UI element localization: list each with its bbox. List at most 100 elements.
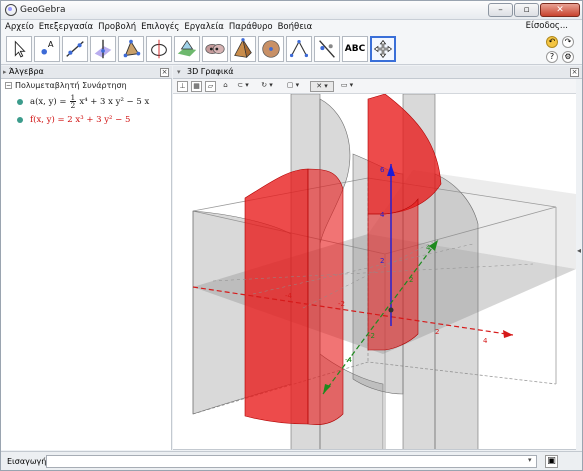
close-graphics3d-button[interactable]: × — [570, 68, 579, 77]
rotate-view-icon[interactable]: ⊂ ▾ — [233, 81, 253, 92]
reflect-icon — [319, 40, 335, 58]
expand-sidebar-icon[interactable]: ◂ — [577, 246, 581, 255]
collapse-icon[interactable]: − — [5, 82, 12, 89]
plane-icon — [177, 40, 197, 57]
fraction-denominator: 2 — [70, 101, 76, 110]
menu-edit[interactable]: Επεξεργασία — [39, 22, 93, 32]
toolbar: A ABC ↶ ↷ ? ⚙ — [1, 34, 582, 65]
sphere-tool-button[interactable] — [258, 36, 284, 62]
circle-tool-button[interactable] — [146, 36, 172, 62]
menu-help[interactable]: Βοήθεια — [278, 22, 313, 32]
svg-text:A: A — [48, 39, 54, 49]
menu-view[interactable]: Προβολή — [98, 22, 136, 32]
y-axis-label-4: 4 — [426, 244, 431, 252]
title-bar: GeoGebra – ▫ ✕ — [1, 1, 582, 20]
settings-button[interactable]: ⚙ — [562, 51, 574, 63]
view-direction-icon[interactable]: ▢ ▾ — [283, 81, 303, 92]
line-icon — [66, 41, 84, 57]
grid-toggle-icon[interactable]: ▦ — [191, 81, 202, 92]
line-tool-button[interactable] — [62, 36, 88, 62]
algebra-group[interactable]: − Πολυμεταβλητή Συνάρτηση — [5, 81, 127, 90]
axes-toggle-icon[interactable]: ⊥ — [177, 81, 188, 92]
move-tool-button[interactable] — [6, 36, 32, 62]
graphics3d-style-bar: ⊥ ▦ ▱ ⌂ ⊂ ▾ ↻ ▾ ▢ ▾ ✕ ▾ ▭ ▾ — [173, 79, 576, 94]
point-tool-button[interactable]: A — [34, 36, 60, 62]
projection-icon[interactable]: ▭ ▾ — [337, 81, 357, 92]
input-field[interactable] — [46, 455, 537, 468]
graphics3d-canvas[interactable]: 6 4 2 4 2 -4 -2 2 4 -2 -4 — [173, 94, 576, 450]
z-axis-label-2: 2 — [380, 257, 385, 265]
text-tool-label: ABC — [344, 44, 366, 54]
graphics3d-scene — [192, 94, 576, 449]
panel-menu-icon[interactable]: ▾ — [177, 66, 181, 78]
circle-axis-icon — [151, 39, 167, 59]
x-axis-label-2: 2 — [435, 328, 440, 336]
x-axis-label-neg4: -4 — [285, 292, 292, 300]
polygon-icon — [123, 39, 141, 58]
intersect-tool-button[interactable] — [202, 36, 228, 62]
pyramid-tool-button[interactable] — [230, 36, 256, 62]
algebra-view-title: Άλγεβρα — [9, 67, 44, 76]
rotate-view-tool-button[interactable] — [370, 36, 396, 62]
home-icon[interactable]: ⌂ — [220, 81, 231, 92]
perpendicular-line-tool-button[interactable] — [90, 36, 116, 62]
group-label: Πολυμεταβλητή Συνάρτηση — [15, 81, 127, 90]
maximize-button[interactable]: ▫ — [514, 3, 539, 17]
menu-file[interactable]: Αρχείο — [5, 22, 34, 32]
algebra-view-header: ▸ Άλγεβρα × — [1, 66, 172, 79]
close-button[interactable]: ✕ — [540, 3, 580, 17]
y-axis-label-neg4: -4 — [345, 356, 352, 364]
window-controls: – ▫ ✕ — [488, 3, 580, 17]
undo-button[interactable]: ↶ — [546, 36, 558, 48]
arrow-cursor-icon — [14, 40, 26, 58]
panel-menu-icon[interactable]: ▸ — [3, 66, 7, 78]
formula-f: f(x, y) = 2 x³ + 3 y² − 5 — [30, 115, 131, 125]
y-axis-label-neg2: -2 — [368, 332, 375, 340]
geogebra-window: GeoGebra – ▫ ✕ Αρχείο Επεξεργασία Προβολ… — [0, 0, 583, 471]
close-algebra-button[interactable]: × — [160, 68, 169, 77]
visibility-toggle-icon[interactable] — [17, 98, 23, 105]
intersect-surfaces-icon — [205, 44, 225, 54]
input-help-button[interactable]: ▣ — [545, 455, 558, 468]
plane-toggle-icon[interactable]: ▱ — [205, 81, 216, 92]
input-label: Εισαγωγή: — [7, 457, 50, 466]
animate-rotation-icon[interactable]: ↻ ▾ — [257, 81, 277, 92]
clipping-icon[interactable]: ✕ ▾ — [310, 81, 334, 92]
sphere-icon — [262, 40, 280, 58]
input-bar: Εισαγωγή: ▾ ▣ — [1, 451, 582, 470]
plane-tool-button[interactable] — [174, 36, 200, 62]
z-axis-label-6: 6 — [380, 166, 385, 174]
menu-tools[interactable]: Εργαλεία — [184, 22, 224, 32]
menu-window[interactable]: Παράθυρο — [229, 22, 273, 32]
redo-button[interactable]: ↷ — [562, 36, 574, 48]
algebra-view: − Πολυμεταβλητή Συνάρτηση a(x, y) = 1 2 x… — [1, 79, 172, 450]
x-axis-label-4: 4 — [483, 337, 488, 345]
polygon-tool-button[interactable] — [118, 36, 144, 62]
geogebra-logo-icon — [5, 4, 17, 16]
z-axis-label-4: 4 — [380, 211, 385, 219]
menu-options[interactable]: Επιλογές — [141, 22, 179, 32]
input-history-dropdown-icon[interactable]: ▾ — [528, 456, 532, 464]
x-axis-label-neg2: -2 — [338, 300, 345, 308]
visibility-toggle-icon[interactable] — [17, 117, 23, 123]
formula-a-lhs: a(x, y) = — [30, 96, 67, 107]
y-axis-label-2: 2 — [409, 276, 414, 284]
formula-a-fraction: 1 2 — [69, 94, 77, 110]
angle-icon — [289, 39, 309, 58]
pyramid-icon — [234, 38, 252, 59]
graphics3d-header: ▾ 3D Γραφικά × — [173, 66, 582, 79]
text-tool-button[interactable]: ABC — [342, 36, 368, 62]
point-icon: A — [41, 39, 54, 55]
window-title: GeoGebra — [20, 5, 66, 15]
algebra-item-f[interactable]: f(x, y) = 2 x³ + 3 y² − 5 — [17, 115, 130, 125]
sign-in-link[interactable]: Είσοδος... — [526, 21, 568, 31]
help-button[interactable]: ? — [546, 51, 558, 63]
perpendicular-line-icon — [94, 39, 112, 59]
menu-bar: Αρχείο Επεξεργασία Προβολή Επιλογές Εργα… — [1, 20, 582, 34]
graphics3d-title: 3D Γραφικά — [187, 67, 234, 76]
minimize-button[interactable]: – — [488, 3, 513, 17]
algebra-item-a[interactable]: a(x, y) = 1 2 x⁴ + 3 x y² − 5 x — [17, 94, 149, 109]
angle-tool-button[interactable] — [286, 36, 312, 62]
reflect-tool-button[interactable] — [314, 36, 340, 62]
move-view-icon — [373, 39, 393, 59]
